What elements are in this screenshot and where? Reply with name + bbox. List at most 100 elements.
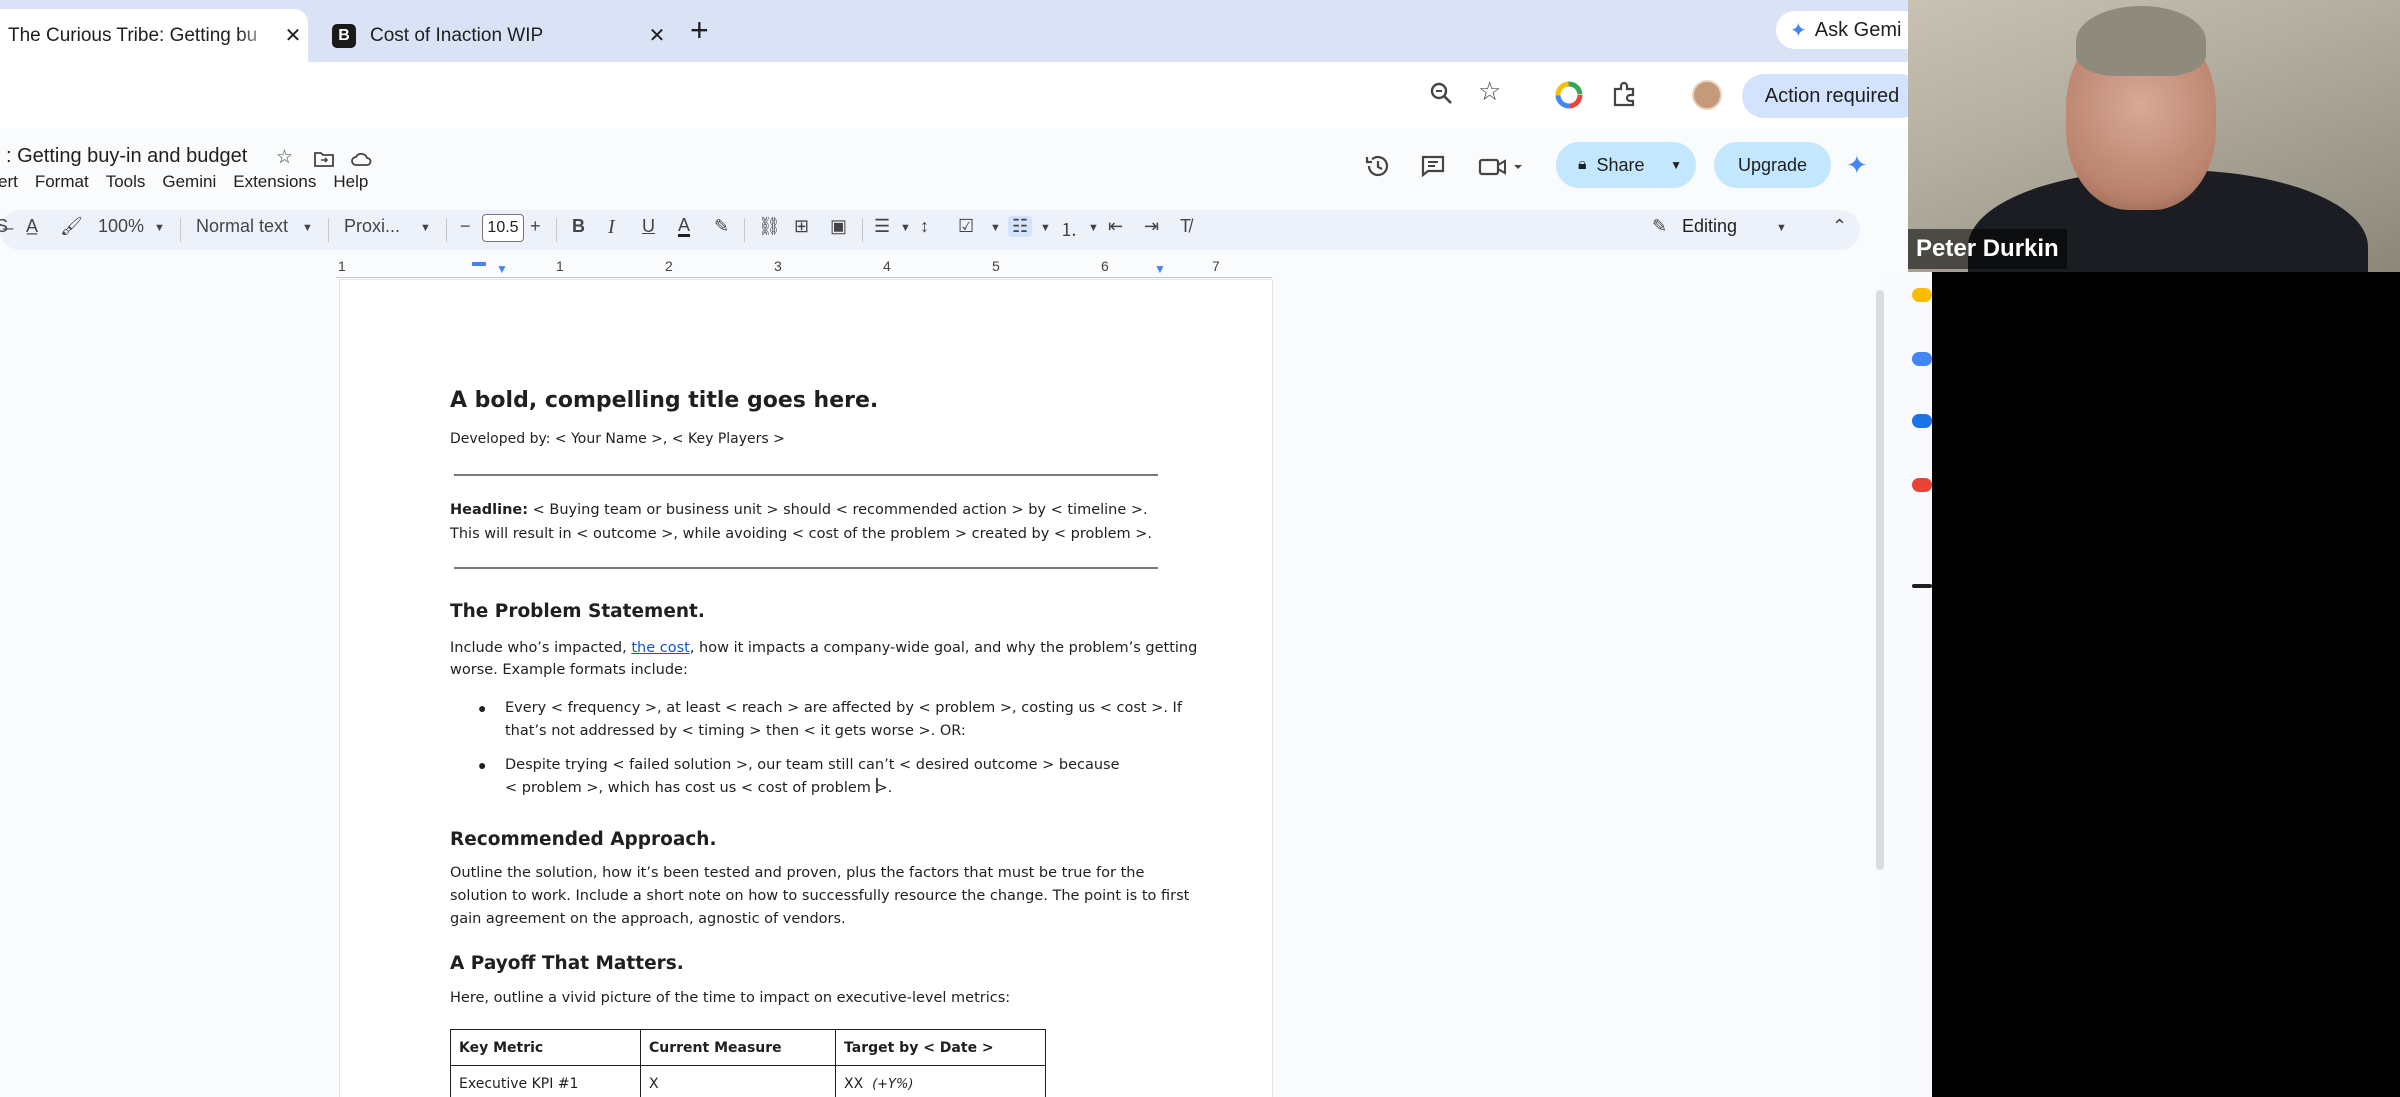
decrease-font-icon[interactable]: −: [460, 216, 471, 237]
menu-help[interactable]: Help: [333, 172, 368, 194]
increase-indent-icon[interactable]: ⇥: [1144, 216, 1159, 237]
vertical-scrollbar[interactable]: [1876, 290, 1884, 870]
zoom-select[interactable]: 100%: [98, 216, 144, 237]
paint-format-icon[interactable]: 🖌︎: [60, 216, 83, 237]
menu-tools[interactable]: Tools: [106, 172, 146, 194]
problem-line-2: worse. Example formats include:: [450, 662, 688, 678]
horizontal-rule: [454, 474, 1158, 476]
text-cursor-icon: I: [874, 774, 880, 798]
toolbar-divider: [446, 218, 447, 242]
style-select[interactable]: Normal text: [196, 216, 288, 237]
gemini-spark-icon[interactable]: ✦: [1846, 150, 1868, 181]
chevron-down-icon[interactable]: ▼: [302, 222, 313, 234]
target-delta: (+Y%): [872, 1076, 914, 1092]
table-cell: Executive KPI #1: [450, 1065, 641, 1097]
action-required-button[interactable]: Action required: [1742, 74, 1922, 118]
line-spacing-icon[interactable]: ↕: [920, 216, 929, 237]
share-button[interactable]: 🔒︎ Share ▼: [1556, 142, 1696, 188]
table-cell: XX (+Y%): [835, 1065, 1046, 1097]
align-icon[interactable]: ☰: [874, 216, 890, 237]
table-header: Current Measure: [640, 1029, 836, 1066]
font-size-input[interactable]: 10.5: [482, 214, 524, 242]
kpi-table: Key Metric Current Measure Target by < D…: [450, 1029, 1046, 1097]
numbered-list-icon[interactable]: ⒈: [1060, 216, 1078, 242]
problem-line-1: Include who’s impacted, the cost, how it…: [450, 637, 1197, 660]
zoom-icon[interactable]: [1428, 80, 1454, 106]
chevron-down-icon[interactable]: ▼: [1670, 158, 1682, 172]
first-line-indent-marker[interactable]: [472, 262, 486, 266]
menu-insert[interactable]: ert: [0, 172, 18, 194]
meet-video-icon[interactable]: [1478, 156, 1524, 178]
bulleted-list-icon[interactable]: ☷: [1008, 216, 1033, 237]
underline-icon[interactable]: U: [642, 216, 655, 237]
decrease-indent-icon[interactable]: ⇤: [1108, 216, 1123, 237]
table-row: Executive KPI #1 X XX (+Y%): [450, 1065, 1046, 1097]
colorful-extension-icon[interactable]: [1554, 80, 1584, 110]
close-icon[interactable]: ✕: [642, 23, 672, 48]
chevron-down-icon[interactable]: ▼: [990, 222, 1001, 234]
table-cell: X: [640, 1065, 836, 1097]
text-color-icon[interactable]: A: [678, 216, 691, 237]
spellcheck-icon[interactable]: A̲: [26, 216, 38, 237]
new-tab-button[interactable]: +: [690, 12, 709, 48]
italic-icon[interactable]: I: [608, 216, 615, 239]
menu-format[interactable]: Format: [35, 172, 89, 194]
menu-gemini[interactable]: Gemini: [162, 172, 216, 194]
right-indent-marker[interactable]: ▼: [1154, 262, 1166, 276]
ruler-number: 3: [774, 258, 782, 274]
version-history-icon[interactable]: [1364, 152, 1392, 180]
chevron-down-icon[interactable]: ▼: [420, 222, 431, 234]
maps-icon[interactable]: [1912, 478, 1932, 492]
chevron-down-icon[interactable]: ▼: [1040, 222, 1051, 234]
add-comment-icon[interactable]: ⊞: [794, 216, 809, 237]
bullet-icon: ●: [478, 757, 487, 773]
move-folder-icon[interactable]: [314, 150, 334, 168]
participant-hair: [2076, 6, 2206, 76]
chevron-down-icon[interactable]: ▼: [900, 222, 911, 234]
keep-icon[interactable]: [1912, 288, 1932, 302]
add-on-icon[interactable]: [1912, 584, 1932, 588]
collapse-toolbar-icon[interactable]: ⌃: [1832, 216, 1847, 237]
comments-icon[interactable]: [1420, 153, 1446, 179]
tab-cost-of-inaction[interactable]: B Cost of Inaction WIP ✕: [318, 9, 672, 62]
ask-gemini-label: Ask Gemi: [1814, 18, 1902, 41]
lock-icon: 🔒︎: [1578, 156, 1587, 173]
highlight-icon[interactable]: ✎: [714, 216, 729, 237]
upgrade-button[interactable]: Upgrade: [1714, 142, 1832, 188]
toolbar-divider: [744, 218, 745, 242]
strikethrough-icon[interactable]: S̶: [0, 216, 8, 237]
ruler-number: 6: [1101, 258, 1109, 274]
the-cost-link[interactable]: the cost: [631, 640, 690, 656]
toolbar-divider: [328, 218, 329, 242]
tab-curious-tribe[interactable]: The Curious Tribe: Getting bu ✕: [0, 9, 308, 62]
increase-font-icon[interactable]: +: [530, 216, 541, 237]
bold-icon[interactable]: B: [572, 216, 585, 237]
clear-formatting-icon[interactable]: T̸: [1180, 216, 1191, 237]
chevron-down-icon[interactable]: ▼: [154, 222, 165, 234]
font-select[interactable]: Proxi...: [344, 216, 400, 237]
left-indent-marker[interactable]: ▼: [496, 262, 508, 276]
extensions-puzzle-icon[interactable]: [1610, 80, 1638, 108]
bullet-1-line-2: that’s not addressed by < timing > then …: [505, 723, 966, 739]
table-header: Key Metric: [450, 1029, 641, 1066]
editing-mode-select[interactable]: Editing: [1682, 216, 1737, 237]
link-icon[interactable]: ⛓︎: [758, 216, 781, 237]
insert-image-icon[interactable]: ▣: [830, 216, 847, 237]
checklist-icon[interactable]: ☑: [958, 216, 974, 237]
calendar-icon[interactable]: [1912, 414, 1932, 428]
cloud-saved-icon[interactable]: [350, 150, 372, 168]
menu-bar: ert Format Tools Gemini Extensions Help: [0, 172, 385, 194]
star-icon[interactable]: ☆: [276, 146, 293, 169]
menu-extensions[interactable]: Extensions: [233, 172, 316, 194]
toolbar-divider: [556, 218, 557, 242]
profile-avatar[interactable]: [1692, 80, 1722, 110]
bookmark-star-icon[interactable]: ☆: [1478, 76, 1501, 107]
tasks-icon[interactable]: [1912, 352, 1932, 366]
close-icon[interactable]: ✕: [278, 23, 308, 48]
browser-window: The Curious Tribe: Getting bu ✕ B Cost o…: [0, 0, 1932, 1097]
chevron-down-icon[interactable]: ▼: [1776, 222, 1787, 234]
document-title[interactable]: : Getting buy-in and budget: [6, 145, 247, 168]
horizontal-ruler[interactable]: [336, 258, 1272, 278]
bullet-2-line-1: Despite trying < failed solution >, our …: [505, 757, 1120, 773]
chevron-down-icon[interactable]: ▼: [1088, 222, 1099, 234]
